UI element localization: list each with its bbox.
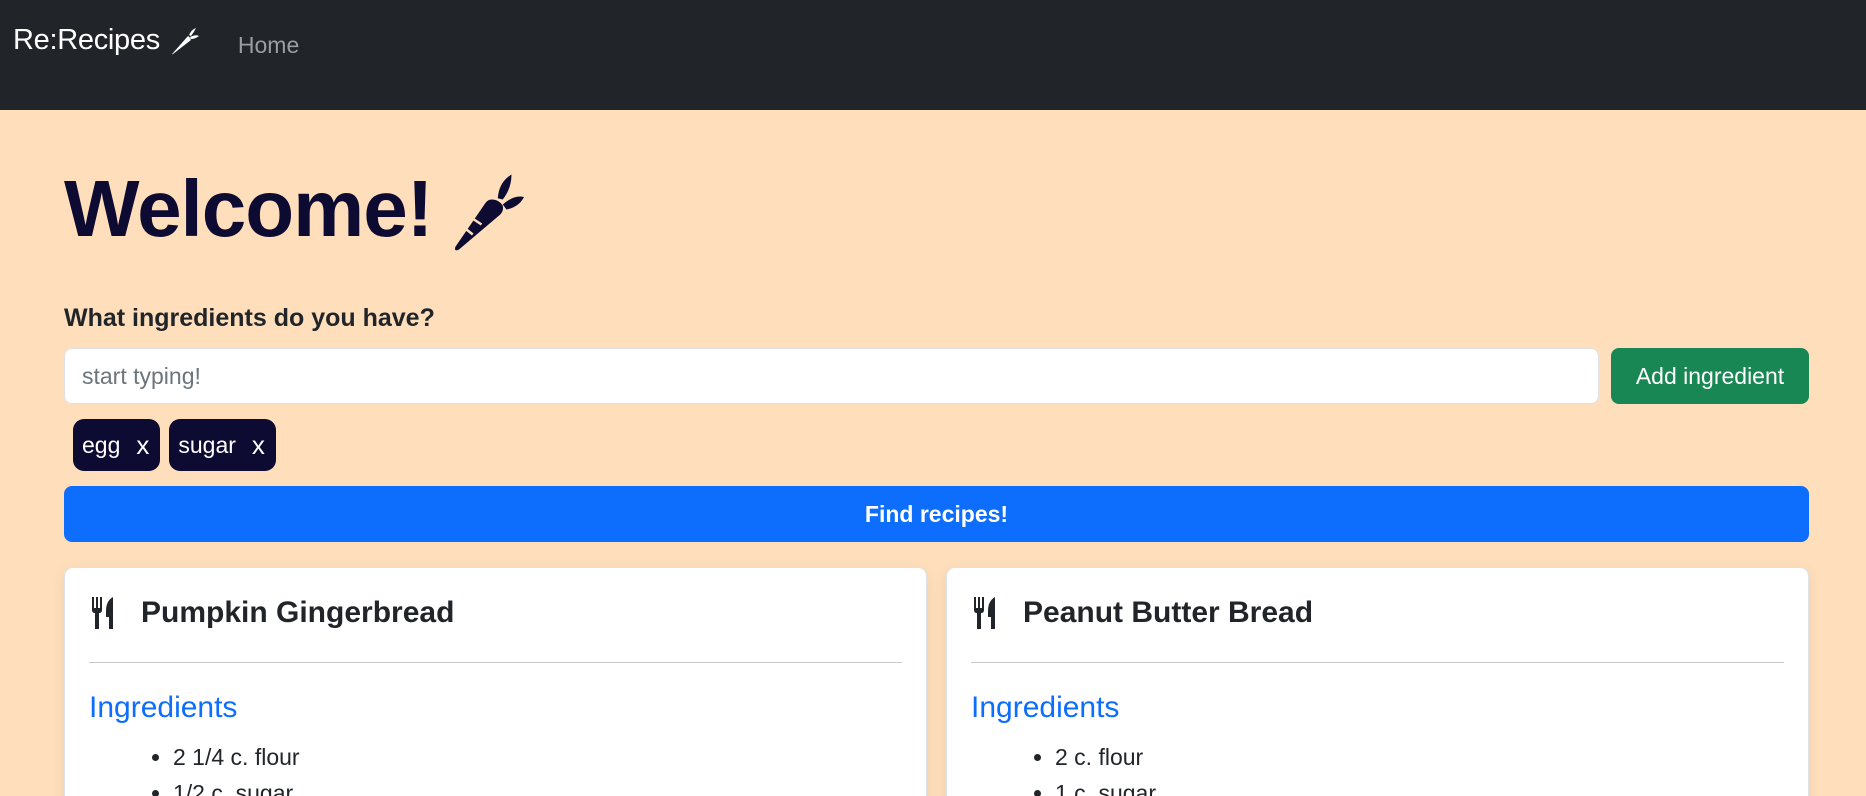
recipe-title: Peanut Butter Bread	[1023, 596, 1314, 629]
recipe-card: Peanut Butter Bread Ingredients 2 c. flo…	[946, 567, 1809, 796]
list-item: 2 1/4 c. flour	[173, 739, 902, 775]
recipe-title: Pumpkin Gingerbread	[141, 596, 455, 629]
add-ingredient-button[interactable]: Add ingredient	[1611, 348, 1809, 404]
ingredient-chip: sugar x	[169, 419, 276, 471]
ingredient-input-row: Add ingredient	[64, 348, 1809, 404]
carrot-icon	[455, 174, 525, 251]
list-item: 1 c. sugar	[1055, 775, 1784, 796]
ingredients-heading: Ingredients	[89, 691, 238, 724]
carrot-icon	[171, 27, 199, 54]
card-divider	[89, 662, 902, 663]
page-title: Welcome!	[64, 164, 433, 253]
ingredients-list: 2 1/4 c. flour 1/2 c. sugar	[89, 739, 902, 796]
list-item: 2 c. flour	[1055, 739, 1784, 775]
ingredients-list: 2 c. flour 1 c. sugar	[971, 739, 1784, 796]
nav-home-link[interactable]: Home	[238, 32, 299, 59]
ingredients-heading: Ingredients	[971, 691, 1120, 724]
ingredients-question: What ingredients do you have?	[64, 304, 435, 332]
welcome-header: Welcome!	[64, 154, 1810, 264]
utensils-icon	[974, 597, 995, 629]
card-divider	[971, 662, 1784, 663]
brand-name: Re:Recipes	[13, 24, 160, 56]
recipe-cards: Pumpkin Gingerbread Ingredients 2 1/4 c.…	[64, 567, 1809, 796]
ingredient-chip: egg x	[73, 419, 161, 471]
brand-link[interactable]: Re:Recipes	[13, 24, 200, 57]
recipe-card: Pumpkin Gingerbread Ingredients 2 1/4 c.…	[64, 567, 927, 796]
ingredient-input[interactable]	[64, 348, 1599, 404]
navbar: Re:Recipes Home	[0, 0, 1866, 110]
utensils-icon	[92, 597, 113, 629]
card-header: Peanut Butter Bread	[971, 594, 1784, 632]
remove-chip-icon[interactable]: x	[252, 432, 265, 458]
find-recipes-button[interactable]: Find recipes!	[64, 486, 1809, 542]
chip-label: sugar	[178, 431, 236, 458]
card-header: Pumpkin Gingerbread	[89, 594, 902, 632]
list-item: 1/2 c. sugar	[173, 775, 902, 796]
remove-chip-icon[interactable]: x	[136, 432, 149, 458]
main-content: Welcome! What ingredients do you have? A…	[0, 154, 1810, 796]
chip-label: egg	[82, 431, 121, 458]
ingredient-chips: egg x sugar x	[73, 419, 1810, 471]
